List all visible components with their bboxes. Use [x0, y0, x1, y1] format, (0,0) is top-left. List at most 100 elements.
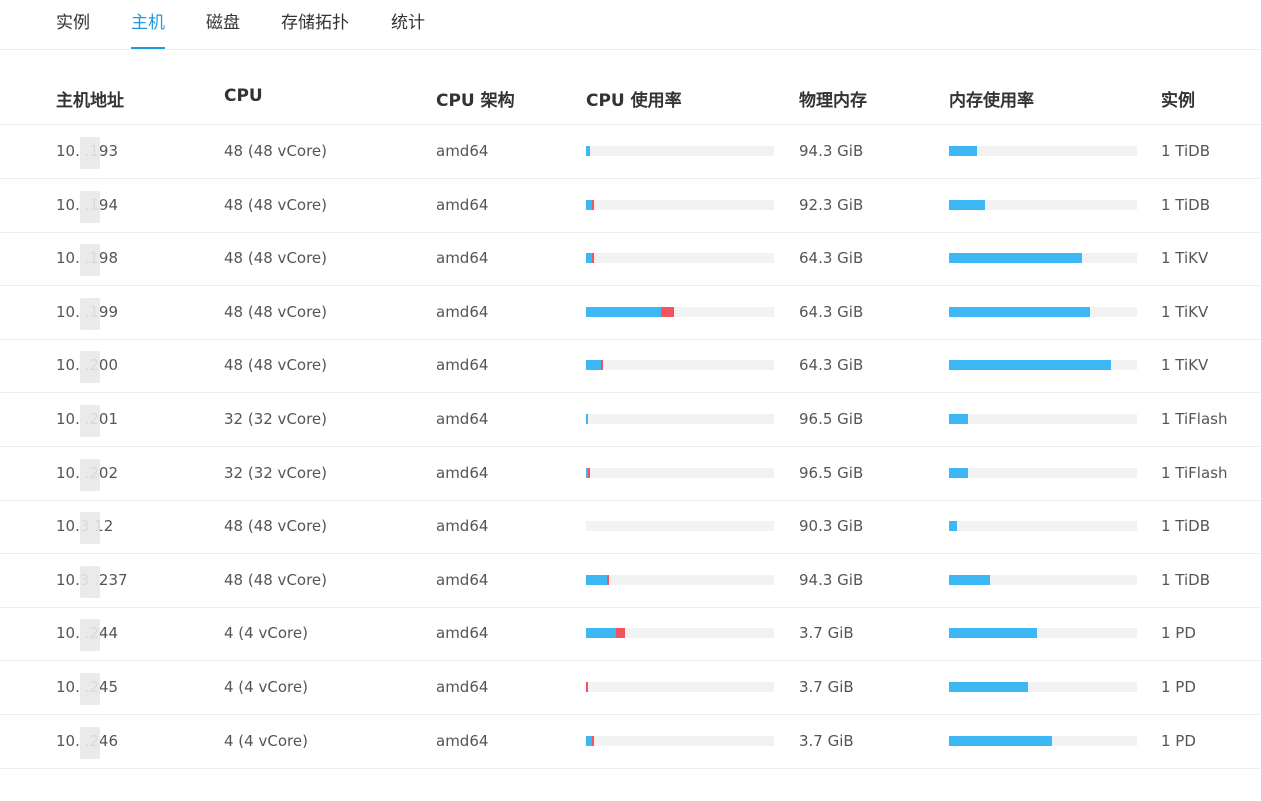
- instances: 1 TiKV: [1161, 249, 1209, 267]
- tab-storage-topology[interactable]: 存储拓扑: [281, 8, 349, 49]
- cpu-user-segment: [586, 307, 662, 317]
- memory-usage-bar: [949, 414, 1137, 424]
- table-row[interactable]: 10. .198 48 (48 vCore) amd64 64.3 GiB 1 TiKV: [0, 232, 1261, 286]
- table-row[interactable]: 10. .246 4 (4 vCore) amd64 3.7 GiB 1 PD: [0, 715, 1261, 769]
- physical-memory: 94.3 GiB: [799, 142, 864, 160]
- redaction-mask: [80, 566, 100, 598]
- cpu-user-segment: [586, 360, 602, 370]
- cpu-usage-bar: [586, 414, 774, 424]
- memory-used-segment: [949, 146, 978, 156]
- header-cpu-usage[interactable]: CPU 使用率: [586, 86, 682, 111]
- instances: 1 TiDB: [1161, 571, 1211, 589]
- memory-used-segment: [949, 468, 968, 478]
- cpu-usage-bar: [586, 521, 774, 531]
- cpu-system-segment: [606, 575, 609, 585]
- tab-instances[interactable]: 实例: [56, 8, 90, 49]
- header-cpu[interactable]: CPU: [224, 86, 263, 106]
- cpu-system-segment: [661, 307, 675, 317]
- physical-memory: 96.5 GiB: [799, 464, 864, 482]
- physical-memory: 64.3 GiB: [799, 303, 864, 321]
- instances: 1 TiDB: [1161, 517, 1211, 535]
- table-row[interactable]: 10.3 12 48 (48 vCore) amd64 90.3 GiB 1 TiDB: [0, 500, 1261, 554]
- cpu-cores: 32 (32 vCore): [224, 410, 328, 428]
- physical-memory: 64.3 GiB: [799, 356, 864, 374]
- cpu-cores: 48 (48 vCore): [224, 517, 328, 535]
- table-row[interactable]: 10. .201 32 (32 vCore) amd64 96.5 GiB 1 TiFl…: [0, 393, 1261, 447]
- table-row[interactable]: 10. .202 32 (32 vCore) amd64 96.5 GiB 1 TiFl…: [0, 447, 1261, 501]
- cpu-arch: amd64: [436, 678, 489, 696]
- cpu-user-segment: [586, 575, 607, 585]
- redaction-mask: [80, 619, 100, 651]
- instances: 1 TiKV: [1161, 303, 1209, 321]
- header-instances[interactable]: 实例: [1161, 86, 1195, 111]
- cpu-usage-bar: [586, 682, 774, 692]
- cpu-cores: 32 (32 vCore): [224, 464, 328, 482]
- cpu-arch: amd64: [436, 142, 489, 160]
- cpu-cores: 48 (48 vCore): [224, 356, 328, 374]
- memory-used-segment: [949, 736, 1053, 746]
- cpu-usage-bar: [586, 736, 774, 746]
- cpu-usage-bar: [586, 253, 774, 263]
- header-memory[interactable]: 物理内存: [799, 86, 867, 111]
- physical-memory: 64.3 GiB: [799, 249, 864, 267]
- cpu-cores: 4 (4 vCore): [224, 678, 308, 696]
- tab-hosts[interactable]: 主机: [131, 8, 165, 49]
- memory-usage-bar: [949, 628, 1137, 638]
- tab-statistics[interactable]: 统计: [391, 8, 425, 49]
- table-row[interactable]: 10. .200 48 (48 vCore) amd64 64.3 GiB 1 TiKV: [0, 339, 1261, 393]
- cpu-usage-bar: [586, 307, 774, 317]
- cpu-arch: amd64: [436, 624, 489, 642]
- instances: 1 PD: [1161, 624, 1196, 642]
- redaction-mask: [80, 244, 100, 276]
- table-row[interactable]: 10.3 .237 48 (48 vCore) amd64 94.3 GiB 1 TiD…: [0, 554, 1261, 608]
- memory-usage-bar: [949, 736, 1137, 746]
- redaction-mask: [80, 191, 100, 223]
- instances: 1 TiDB: [1161, 196, 1211, 214]
- cpu-cores: 48 (48 vCore): [224, 303, 328, 321]
- table-header: 主机地址 CPU CPU 架构 CPU 使用率 物理内存 内存使用率 实例: [0, 70, 1261, 125]
- physical-memory: 96.5 GiB: [799, 410, 864, 428]
- physical-memory: 3.7 GiB: [799, 624, 854, 642]
- cpu-cores: 48 (48 vCore): [224, 571, 328, 589]
- cpu-user-segment: [586, 146, 590, 156]
- memory-used-segment: [949, 414, 968, 424]
- redaction-mask: [80, 351, 100, 383]
- physical-memory: 94.3 GiB: [799, 571, 864, 589]
- cpu-arch: amd64: [436, 732, 489, 750]
- table-row[interactable]: 10. .194 48 (48 vCore) amd64 92.3 GiB 1 TiDB: [0, 179, 1261, 233]
- instances: 1 TiFlash: [1161, 410, 1228, 428]
- memory-used-segment: [949, 360, 1111, 370]
- memory-used-segment: [949, 521, 957, 531]
- redaction-mask: [80, 512, 100, 544]
- table-row[interactable]: 10. .193 48 (48 vCore) amd64 94.3 GiB 1 TiDB: [0, 125, 1261, 179]
- header-cpu-arch[interactable]: CPU 架构: [436, 86, 515, 111]
- memory-usage-bar: [949, 682, 1137, 692]
- table-row[interactable]: 10. .199 48 (48 vCore) amd64 64.3 GiB 1 TiKV: [0, 286, 1261, 340]
- header-memory-usage[interactable]: 内存使用率: [949, 86, 1034, 111]
- cpu-arch: amd64: [436, 356, 489, 374]
- cpu-usage-bar: [586, 360, 774, 370]
- cpu-system-segment: [586, 682, 588, 692]
- cpu-cores: 48 (48 vCore): [224, 249, 328, 267]
- header-host-address[interactable]: 主机地址: [56, 86, 124, 111]
- table-row[interactable]: 10. .245 4 (4 vCore) amd64 3.7 GiB 1 PD: [0, 661, 1261, 715]
- memory-usage-bar: [949, 146, 1137, 156]
- physical-memory: 92.3 GiB: [799, 196, 864, 214]
- cpu-cores: 48 (48 vCore): [224, 142, 328, 160]
- cpu-system-segment: [587, 468, 590, 478]
- physical-memory: 3.7 GiB: [799, 732, 854, 750]
- cpu-arch: amd64: [436, 303, 489, 321]
- tab-bar: 实例 主机 磁盘 存储拓扑 统计: [0, 0, 1261, 50]
- cpu-arch: amd64: [436, 517, 489, 535]
- redaction-mask: [80, 727, 100, 759]
- memory-used-segment: [949, 628, 1038, 638]
- cpu-cores: 48 (48 vCore): [224, 196, 328, 214]
- tab-disks[interactable]: 磁盘: [206, 8, 240, 49]
- memory-usage-bar: [949, 253, 1137, 263]
- cpu-arch: amd64: [436, 410, 489, 428]
- memory-used-segment: [949, 307, 1090, 317]
- cpu-usage-bar: [586, 468, 774, 478]
- table-row[interactable]: 10. .244 4 (4 vCore) amd64 3.7 GiB 1 PD: [0, 607, 1261, 661]
- redaction-mask: [80, 459, 100, 491]
- memory-used-segment: [949, 253, 1083, 263]
